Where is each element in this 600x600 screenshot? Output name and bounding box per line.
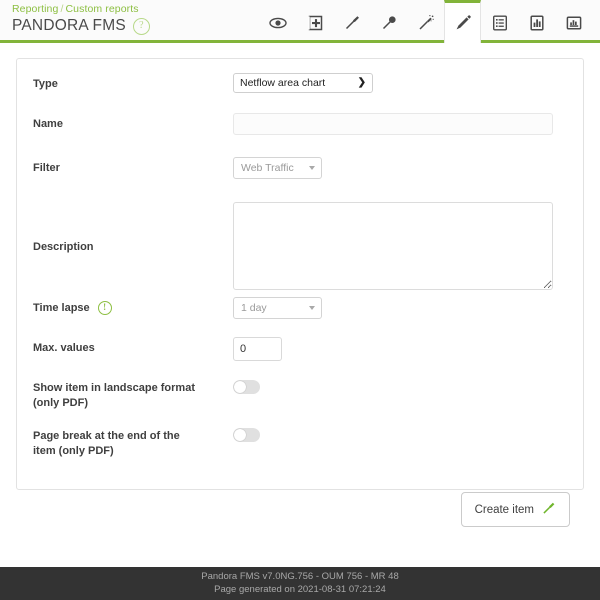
description-textarea[interactable] [233, 201, 553, 290]
magic-wand-icon [417, 14, 435, 32]
type-label: Type [33, 78, 58, 90]
filter-label: Filter [33, 162, 60, 174]
tab-eye[interactable] [259, 0, 296, 43]
form-row-filter: Filter Web Traffic [17, 157, 583, 197]
description-field [233, 201, 567, 293]
footer-generated: Page generated on 2021-08-31 07:21:24 [214, 584, 386, 595]
footer-version: Pandora FMS v7.0NG.756 - OUM 756 - MR 48 [201, 571, 399, 582]
toolbar-tabs [259, 0, 592, 43]
tab-pin[interactable] [333, 0, 370, 43]
form-row-description: Description [17, 197, 583, 297]
form-row-landscape: Show item in landscape format (only PDF) [17, 377, 583, 425]
max-values-field [233, 337, 567, 361]
time-lapse-field: 1 day [233, 297, 567, 319]
create-item-label: Create item [474, 503, 534, 516]
filter-field: Web Traffic [233, 157, 567, 179]
header-title-block: Reporting / Custom reports PANDORA FMS ? [12, 3, 150, 35]
chart-baseline-icon [565, 14, 583, 32]
bar-chart-icon [528, 14, 546, 32]
filter-select-wrap: Web Traffic [233, 157, 322, 179]
form-actions-bar: Create item [16, 492, 584, 527]
breadcrumb-item-custom-reports[interactable]: Custom reports [65, 3, 138, 15]
form-row-type: Type Netflow area chart ❯ [17, 73, 583, 113]
form-row-max-values: Max. values [17, 337, 583, 377]
name-label-wrap: Name [33, 113, 233, 132]
toggle-knob [234, 429, 246, 441]
pin-icon [343, 14, 361, 32]
tab-global-chart[interactable] [518, 0, 555, 43]
tab-advanced-chart[interactable] [555, 0, 592, 43]
type-select[interactable]: Netflow area chart [233, 73, 373, 93]
type-field: Netflow area chart ❯ [233, 73, 567, 93]
max-values-label: Max. values [33, 342, 95, 354]
breadcrumb: Reporting / Custom reports [12, 3, 150, 15]
tab-add-item[interactable] [296, 0, 333, 43]
name-label: Name [33, 118, 63, 130]
page-break-label-wrap: Page break at the end of the item (only … [33, 425, 233, 459]
type-label-wrap: Type [33, 73, 233, 92]
breadcrumb-separator: / [60, 3, 64, 15]
page-title-row: PANDORA FMS ? [12, 17, 150, 35]
toggle-knob [234, 381, 246, 393]
landscape-label-wrap: Show item in landscape format (only PDF) [33, 377, 233, 411]
type-select-wrap: Netflow area chart ❯ [233, 73, 373, 93]
page-title: PANDORA FMS [12, 17, 126, 34]
tab-list-items[interactable] [481, 0, 518, 43]
max-values-input[interactable] [233, 337, 282, 361]
landscape-label: Show item in landscape format (only PDF) [33, 382, 195, 409]
name-input[interactable] [233, 113, 553, 135]
info-exclamation-icon[interactable]: ! [97, 301, 112, 315]
breadcrumb-item-reporting[interactable]: Reporting [12, 3, 58, 15]
description-label: Description [33, 240, 94, 253]
form-row-name: Name [17, 113, 583, 157]
pin-green-icon [541, 501, 556, 519]
page-break-label: Page break at the end of the item (only … [33, 430, 180, 457]
tab-edit[interactable] [444, 0, 481, 43]
landscape-toggle[interactable] [233, 380, 260, 394]
tab-magic-wand[interactable] [407, 0, 444, 43]
eye-icon [268, 14, 287, 32]
form-row-page-break: Page break at the end of the item (only … [17, 425, 583, 473]
page-break-toggle[interactable] [233, 428, 260, 442]
list-icon [491, 14, 509, 32]
pencil-icon [454, 14, 472, 32]
max-values-label-wrap: Max. values [33, 337, 233, 356]
description-label-wrap: Description [33, 240, 233, 255]
report-item-form-panel: Type Netflow area chart ❯ Name Filter We… [16, 58, 584, 490]
page-break-field [233, 425, 567, 445]
filter-label-wrap: Filter [33, 157, 233, 176]
time-lapse-select-wrap: 1 day [233, 297, 322, 319]
app-header: Reporting / Custom reports PANDORA FMS ? [0, 0, 600, 43]
time-lapse-label-wrap: Time lapse ! [33, 297, 233, 316]
page-footer: Pandora FMS v7.0NG.756 - OUM 756 - MR 48… [0, 567, 600, 600]
add-item-box-icon [306, 14, 324, 32]
pin-round-icon [380, 14, 398, 32]
landscape-field [233, 377, 567, 397]
form-row-time-lapse: Time lapse ! 1 day [17, 297, 583, 337]
tab-pin-round[interactable] [370, 0, 407, 43]
time-lapse-select[interactable]: 1 day [233, 297, 322, 319]
time-lapse-label: Time lapse [33, 302, 90, 314]
help-question-icon[interactable]: ? [132, 17, 150, 35]
filter-select[interactable]: Web Traffic [233, 157, 322, 179]
name-field [233, 113, 567, 135]
create-item-button[interactable]: Create item [460, 492, 570, 527]
